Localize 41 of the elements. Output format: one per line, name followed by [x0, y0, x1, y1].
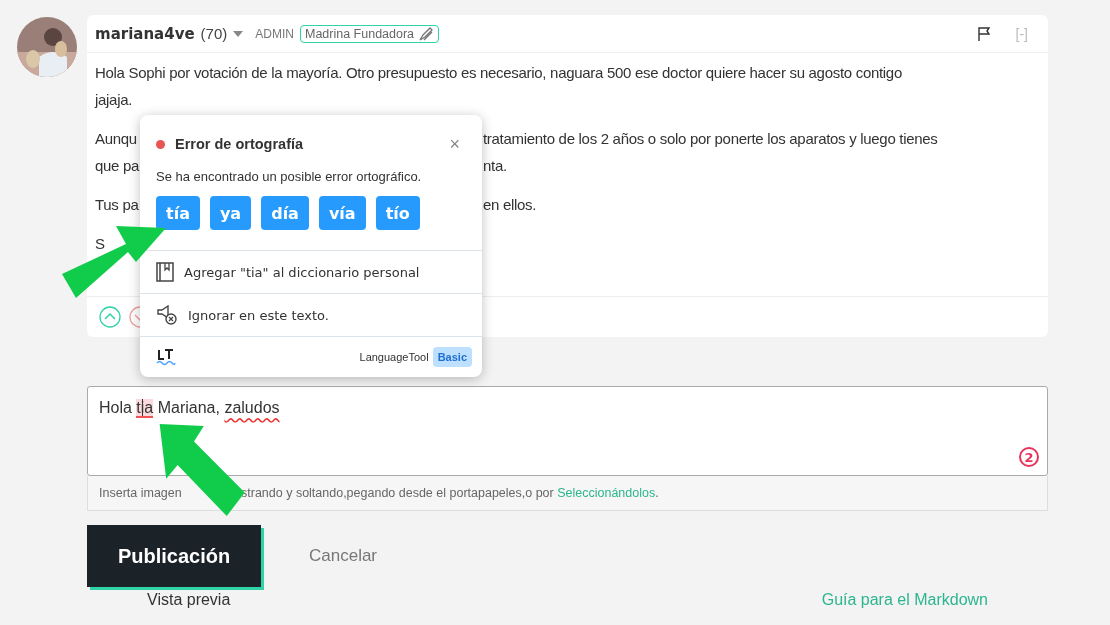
username[interactable]: mariana4ve — [95, 24, 195, 43]
collapse-toggle[interactable]: [-] — [1015, 25, 1028, 42]
comment-text: en ellos. — [483, 196, 537, 213]
hint-text: strando y soltando,pegando desde el portapapeles,o por — [241, 486, 554, 500]
close-button[interactable]: × — [443, 132, 466, 156]
popup-action[interactable]: Ignorar en este texto. — [140, 293, 482, 336]
comment-text: tratamiento de los 2 años o solo por ponerte los aparatos y luego tienes — [483, 130, 938, 147]
comment-text: que pa — [95, 157, 140, 174]
hint-text: Inserta imagen — [99, 486, 183, 500]
comment-text: Aunqu — [95, 130, 137, 147]
user-score: (70) — [200, 25, 228, 42]
error-dot-icon — [156, 139, 165, 149]
suggestion-button[interactable]: tío — [375, 196, 420, 230]
comment-text: Hola Sophi por votación de la mayoría. Otro presupuesto es necesario, naguara 500 ese doctor quiere hacer su agosto contigo — [95, 64, 902, 81]
error-count: 2 — [1019, 447, 1039, 467]
popup-action[interactable]: Agregar "tia" al diccionario personal — [140, 250, 482, 293]
brand-name: LanguageTool — [359, 351, 429, 363]
role-label: ADMIN — [255, 26, 294, 41]
flag-icon[interactable] — [977, 26, 990, 41]
plan-badge: Basic — [432, 347, 472, 367]
comment-text: jajaja. — [95, 91, 133, 108]
logo-icon — [156, 348, 176, 366]
comment-text: Tus pa — [95, 196, 139, 213]
user-badge: Madrina Fundadora — [299, 24, 440, 43]
upvote-icon[interactable] — [99, 306, 121, 328]
preview-label: Vista previa — [147, 591, 231, 609]
suggestion-button[interactable]: día — [261, 196, 309, 230]
suggestion-button[interactable]: vía — [318, 196, 366, 230]
publish-button[interactable]: Publicación — [87, 525, 261, 587]
suggestion-button[interactable]: tía — [156, 196, 200, 230]
markdown-guide-link[interactable]: Guía para el Markdown — [821, 591, 988, 609]
popup-title: Error de ortografía — [175, 136, 304, 152]
comment-text: S — [95, 235, 105, 252]
suggestion-button[interactable]: ya — [209, 196, 252, 230]
hint-text: . — [655, 486, 659, 500]
comment-text: nta. — [483, 157, 507, 174]
book-icon — [156, 262, 174, 282]
caret-icon[interactable] — [233, 30, 244, 37]
popup-message: Se ha encontrado un posible error ortográfico. — [156, 169, 423, 184]
cancel-button[interactable]: Cancelar — [303, 545, 384, 567]
ignore-icon — [156, 305, 178, 325]
